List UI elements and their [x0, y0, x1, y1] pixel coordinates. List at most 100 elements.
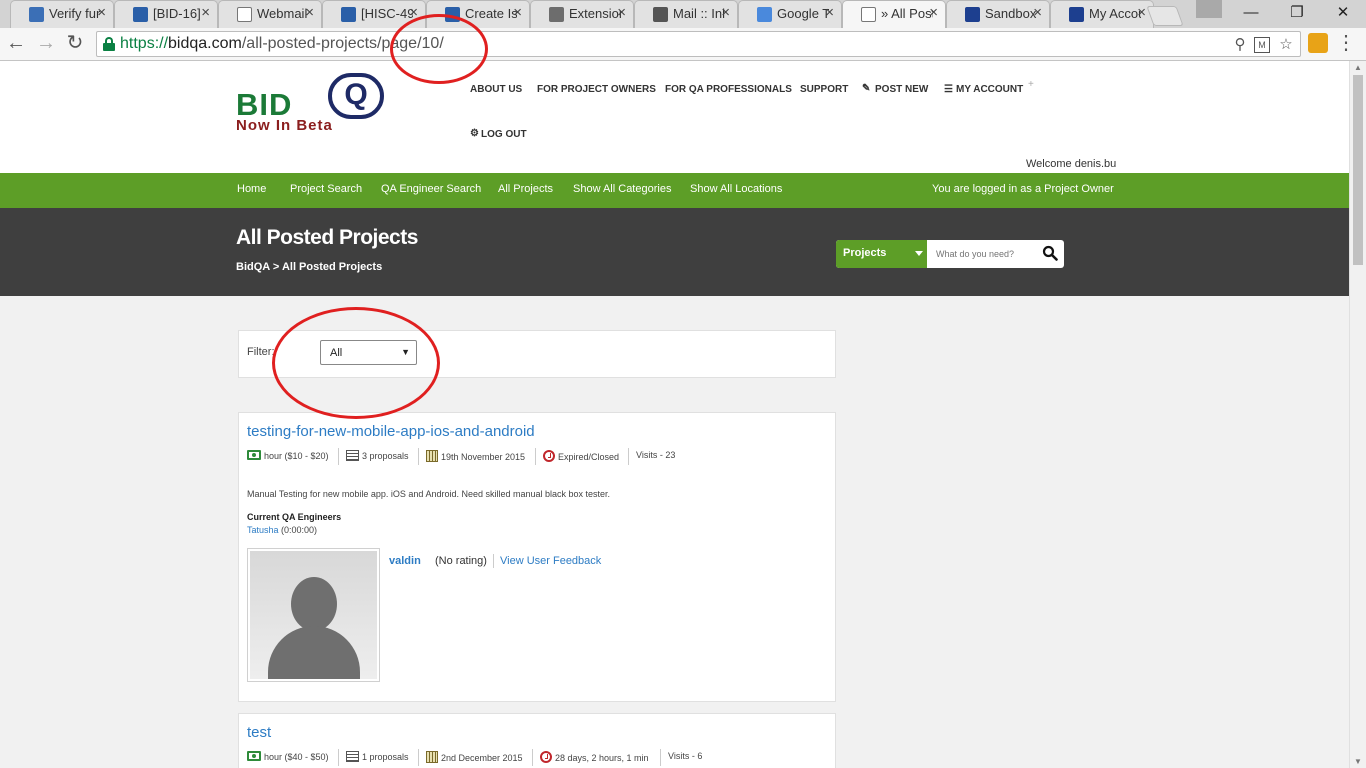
tab-close-icon[interactable]: ×: [721, 4, 730, 21]
project-proposals: 1 proposals: [346, 751, 409, 762]
search-input[interactable]: [928, 240, 1038, 268]
search-icon[interactable]: [1042, 245, 1058, 261]
nav-qa-professionals[interactable]: FOR QA PROFESSIONALS: [665, 84, 792, 95]
browser-menu-icon[interactable]: ⋮: [1336, 32, 1356, 54]
project-proposals: 3 proposals: [346, 450, 409, 461]
browser-tab[interactable]: [HISC-49 ×: [322, 0, 426, 28]
avatar[interactable]: [247, 548, 380, 682]
nav-my-account[interactable]: MY ACCOUNT: [956, 84, 1023, 95]
search-category-select[interactable]: Projects: [836, 240, 927, 268]
scrollbar-thumb[interactable]: [1353, 75, 1363, 265]
filter-label: Filter:: [247, 346, 275, 358]
tab-close-icon[interactable]: ×: [305, 4, 314, 21]
browser-tab[interactable]: Verify fur ×: [10, 0, 114, 28]
extension-icon[interactable]: [1308, 33, 1328, 53]
address-bar[interactable]: https://bidqa.com/all-posted-projects/pa…: [96, 31, 1301, 57]
bidder-info: valdin (No rating) View User Feedback: [389, 554, 601, 568]
zoom-icon[interactable]: ⚲: [1230, 35, 1250, 55]
project-title-link[interactable]: test: [247, 724, 271, 741]
nav-about-us[interactable]: ABOUT US: [470, 84, 522, 95]
browser-tab[interactable]: Create Is ×: [426, 0, 530, 28]
back-button[interactable]: ←: [4, 32, 28, 56]
bidqa-logo[interactable]: BID Q Now In Beta: [236, 71, 396, 135]
browser-tab[interactable]: [BID-16] ×: [114, 0, 218, 28]
tab-close-icon[interactable]: ×: [201, 4, 210, 21]
profile-icon[interactable]: [1196, 0, 1222, 18]
minimize-button[interactable]: —: [1228, 0, 1274, 28]
tab-close-icon[interactable]: ×: [409, 4, 418, 21]
nav-project-search[interactable]: Project Search: [290, 183, 362, 195]
browser-tab-active[interactable]: » All Post ×: [842, 0, 946, 29]
view-user-feedback-link[interactable]: View User Feedback: [500, 555, 601, 567]
dropdown-arrow-icon: ▼: [401, 347, 410, 357]
forward-button[interactable]: →: [34, 32, 58, 56]
logo-tagline: Now In Beta: [236, 117, 333, 134]
tab-close-icon[interactable]: ×: [1137, 4, 1146, 21]
browser-tab[interactable]: Webmail ×: [218, 0, 322, 28]
puzzle-piece-icon: [549, 7, 564, 22]
nav-qa-engineer-search[interactable]: QA Engineer Search: [381, 183, 481, 195]
project-rate: hour ($40 - $50): [247, 751, 329, 762]
page-scrollbar[interactable]: ▲ ▼: [1349, 61, 1366, 768]
tab-label: [BID-16]: [153, 6, 201, 21]
page-favicon-icon: [861, 7, 876, 22]
filter-select[interactable]: All ▼: [320, 340, 417, 365]
nav-support[interactable]: SUPPORT: [800, 84, 848, 95]
bidder-username-link[interactable]: valdin: [389, 555, 421, 567]
tab-close-icon[interactable]: ×: [929, 4, 938, 21]
bidder-rating: (No rating): [435, 555, 487, 567]
tab-label: Sandbox: [985, 6, 1037, 21]
restore-button[interactable]: ❐: [1274, 0, 1320, 28]
project-title-link[interactable]: testing-for-new-mobile-app-ios-and-andro…: [247, 423, 535, 440]
reload-button[interactable]: ↻: [63, 32, 87, 56]
tab-close-icon[interactable]: ×: [513, 4, 522, 21]
scroll-down-arrow-icon[interactable]: ▼: [1354, 757, 1362, 766]
tab-close-icon[interactable]: ×: [97, 4, 106, 21]
url-text[interactable]: https://bidqa.com/all-posted-projects/pa…: [120, 35, 444, 53]
nav-show-all-locations[interactable]: Show All Locations: [690, 183, 782, 195]
pencil-icon: ✎: [862, 83, 871, 94]
nav-show-all-categories[interactable]: Show All Categories: [573, 183, 671, 195]
project-date: 2nd December 2015: [426, 751, 523, 763]
extension-badge-icon[interactable]: M: [1254, 37, 1270, 53]
clock-icon: [540, 751, 552, 763]
tab-strip: Verify fur × [BID-16] × Webmail × [HISC-49 ×…: [0, 0, 1366, 29]
browser-toolbar: ← → ↻ https://bidqa.com/all-posted-proje…: [0, 28, 1366, 61]
tab-close-icon[interactable]: ×: [1033, 4, 1042, 21]
qa-user-link[interactable]: Tatusha: [247, 525, 279, 535]
nav-all-projects[interactable]: All Projects: [498, 183, 553, 195]
gears-icon: ⚙: [470, 128, 479, 139]
jira-favicon-icon: [445, 7, 460, 22]
page-favicon-icon: [237, 7, 252, 22]
tab-label: Mail :: Inl: [673, 6, 725, 21]
breadcrumb[interactable]: BidQA > All Posted Projects: [236, 261, 382, 273]
nav-post-new[interactable]: POST NEW: [875, 84, 928, 95]
browser-tab[interactable]: Sandbox ×: [946, 0, 1050, 28]
clock-icon: [543, 450, 555, 462]
project-status: Expired/Closed: [543, 450, 619, 462]
close-window-button[interactable]: ✕: [1320, 0, 1366, 28]
project-card: testing-for-new-mobile-app-ios-and-andro…: [238, 412, 836, 702]
nav-project-owners[interactable]: FOR PROJECT OWNERS: [537, 84, 656, 95]
tab-close-icon[interactable]: ×: [825, 4, 834, 21]
qa-user-time: (0:00:00): [278, 525, 318, 535]
browser-tab[interactable]: My Accou ×: [1050, 0, 1154, 28]
browser-tab[interactable]: Extension ×: [530, 0, 634, 28]
current-qa-entry: Tatusha (0:00:00): [247, 525, 317, 535]
tab-close-icon[interactable]: ×: [617, 4, 626, 21]
proposals-list-icon: [346, 450, 359, 461]
bookmark-star-icon[interactable]: ☆: [1276, 35, 1296, 55]
nav-log-out[interactable]: LOG OUT: [481, 129, 527, 140]
browser-tab[interactable]: Mail :: Inl ×: [634, 0, 738, 28]
scroll-up-arrow-icon[interactable]: ▲: [1354, 63, 1362, 72]
filter-panel: Filter: All ▼: [238, 330, 836, 378]
project-card: test hour ($40 - $50) 1 proposals 2nd De…: [238, 713, 836, 768]
user-silhouette-icon: [250, 551, 377, 679]
nav-plus-icon[interactable]: +: [1028, 79, 1034, 90]
calendar-icon: [426, 450, 438, 462]
project-time-left: 28 days, 2 hours, 1 min: [540, 751, 649, 763]
new-tab-button[interactable]: [1146, 6, 1184, 26]
nav-home[interactable]: Home: [237, 183, 266, 195]
browser-tab[interactable]: Google T ×: [738, 0, 842, 28]
page-viewport: BID Q Now In Beta ABOUT US FOR PROJECT O…: [0, 61, 1349, 768]
